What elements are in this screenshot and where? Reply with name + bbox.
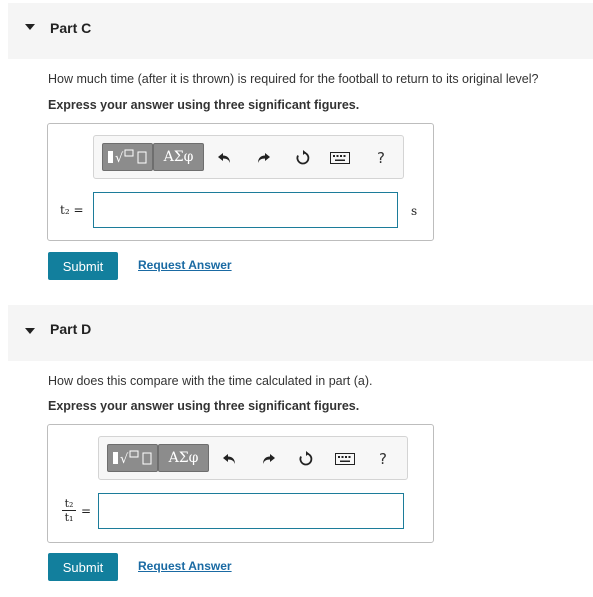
redo-icon[interactable] (253, 148, 273, 168)
greek-symbols-button[interactable]: ΑΣφ (153, 143, 204, 171)
caret-down-icon[interactable] (25, 328, 35, 334)
help-icon[interactable]: ? (373, 449, 393, 469)
t2-label: t₂ = (60, 203, 84, 217)
fraction-denominator: t₁ (64, 511, 74, 524)
part-c-question: How much time (after it is thrown) is re… (48, 72, 539, 86)
part-d-request-answer-link[interactable]: Request Answer (138, 559, 232, 573)
part-c-request-answer-link[interactable]: Request Answer (138, 258, 232, 272)
fraction-numerator: t₂ (64, 497, 74, 510)
t2-over-t1-fraction: t₂ t₁ (62, 498, 76, 523)
undo-icon[interactable] (215, 148, 235, 168)
part-d-question: How does this compare with the time calc… (48, 374, 373, 388)
part-d-math-toolbar: √ ΑΣφ ? (98, 436, 408, 480)
part-c-math-toolbar: √ ΑΣφ ? (93, 135, 404, 179)
part-d-header[interactable]: Part D (8, 305, 593, 361)
reset-icon[interactable] (296, 449, 316, 469)
keyboard-icon[interactable] (329, 148, 351, 168)
greek-symbols-button[interactable]: ΑΣφ (158, 444, 209, 472)
undo-icon[interactable] (220, 449, 240, 469)
svg-text:√: √ (120, 452, 129, 467)
part-c-header[interactable]: Part C (8, 3, 593, 59)
part-c-answer-box: √ ΑΣφ ? t₂ = s (47, 123, 434, 241)
part-c-submit-button[interactable]: Submit (48, 252, 118, 280)
keyboard-icon[interactable] (334, 449, 356, 469)
part-c-answer-input[interactable] (93, 192, 398, 228)
help-icon[interactable]: ? (371, 148, 391, 168)
unit-label: s (411, 204, 418, 218)
part-d-instruction: Express your answer using three signific… (48, 399, 360, 413)
redo-icon[interactable] (258, 449, 278, 469)
part-d-title: Part D (50, 321, 92, 337)
svg-text:√: √ (115, 151, 124, 166)
part-d-submit-button[interactable]: Submit (48, 553, 118, 581)
reset-icon[interactable] (293, 148, 313, 168)
part-c-title: Part C (50, 20, 92, 36)
caret-down-icon[interactable] (25, 24, 35, 30)
template-sqrt-icon[interactable]: √ (107, 444, 158, 472)
template-sqrt-icon[interactable]: √ (102, 143, 153, 171)
part-d-answer-input[interactable] (98, 493, 404, 529)
part-d-answer-box: √ ΑΣφ ? t₂ t₁ = (47, 424, 434, 543)
part-c-instruction: Express your answer using three signific… (48, 98, 360, 112)
equals-sign: = (81, 504, 92, 518)
